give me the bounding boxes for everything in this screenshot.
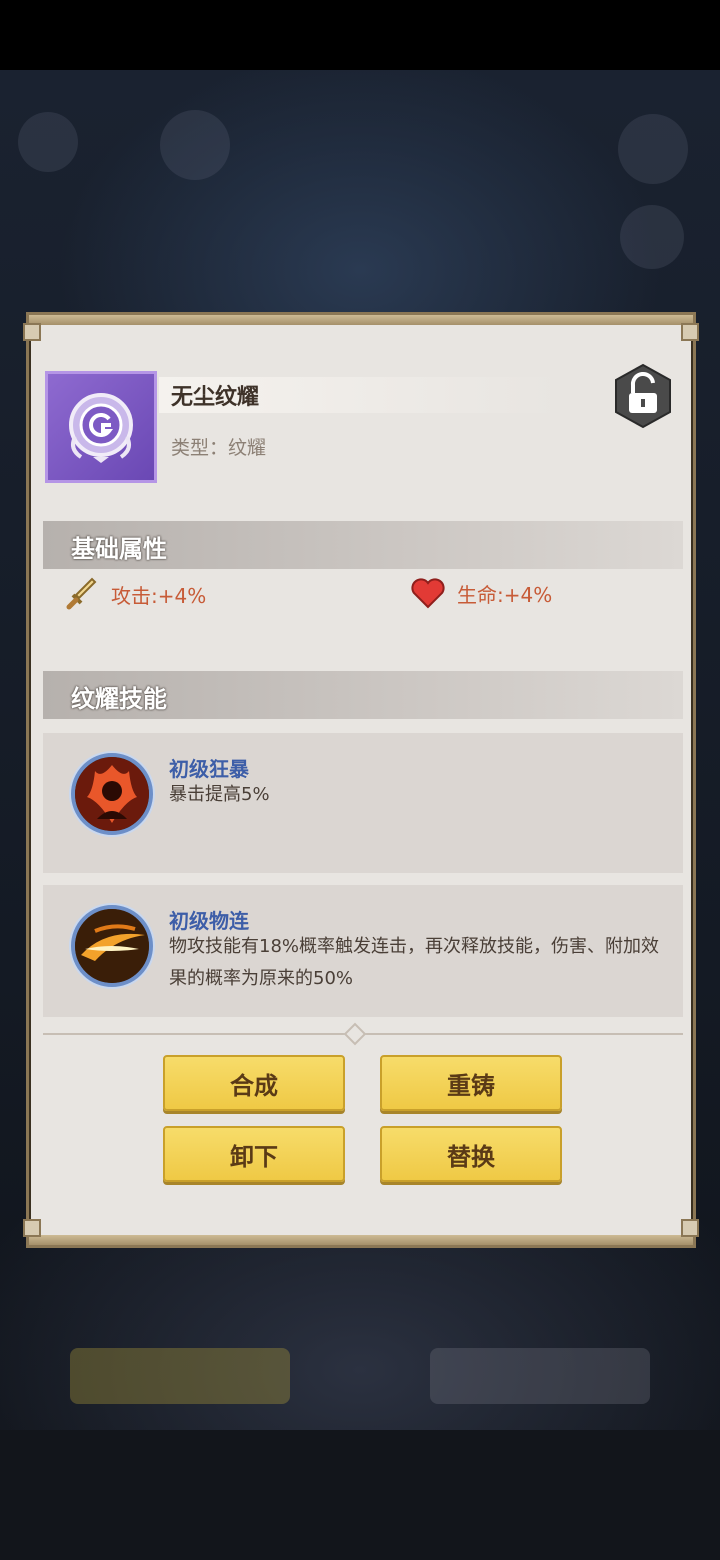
section-title: 纹耀技能 xyxy=(71,685,167,713)
divider-ornament xyxy=(343,1022,367,1046)
corner-ornament xyxy=(681,1219,699,1237)
bg-bottom-nav xyxy=(0,1430,720,1560)
combo-skill-icon xyxy=(71,905,153,987)
rage-skill-icon xyxy=(71,753,153,835)
rune-skills-header: 纹耀技能 xyxy=(43,671,683,719)
heart-icon xyxy=(411,578,445,609)
skill-description: 暴击提高5% xyxy=(169,784,270,805)
bg-avatar-icon xyxy=(18,112,78,172)
item-name: 无尘纹耀 xyxy=(171,385,260,410)
rune-emblem-icon xyxy=(69,393,133,463)
attack-stat: 攻击:+4% xyxy=(65,577,206,611)
status-bar xyxy=(0,0,720,70)
bg-button xyxy=(70,1348,290,1404)
dialog-top-trim xyxy=(29,315,693,325)
skill-name: 初级物连 xyxy=(169,909,249,933)
item-type: 类型：纹耀 xyxy=(171,437,267,459)
corner-ornament xyxy=(23,323,41,341)
bg-menu-icon xyxy=(620,205,684,269)
skill-name: 初级狂暴 xyxy=(169,757,249,781)
skill-card: 初级物连 物攻技能有18%概率触发连击，再次释放技能，伤害、附加效果的概率为原来… xyxy=(43,885,683,1017)
bg-settings-icon xyxy=(618,114,688,184)
health-stat: 生命:+4% xyxy=(411,577,552,609)
item-icon-frame xyxy=(45,371,157,483)
skill-card: 初级狂暴 暴击提高5% xyxy=(43,733,683,873)
unlock-icon xyxy=(615,363,671,429)
corner-ornament xyxy=(23,1219,41,1237)
dialog-bottom-trim xyxy=(29,1235,693,1245)
replace-button[interactable]: 替换 xyxy=(380,1126,562,1182)
bg-emblem-icon xyxy=(160,110,230,180)
bg-button xyxy=(430,1348,650,1404)
section-title: 基础属性 xyxy=(71,535,167,563)
synthesize-button[interactable]: 合成 xyxy=(163,1055,345,1111)
health-stat-text: 生命:+4% xyxy=(457,582,553,607)
rune-detail-dialog: 无尘纹耀 类型：纹耀 基础属性 攻击:+4% 生命:+4% 纹耀技能 初级狂暴 … xyxy=(23,312,699,1248)
corner-ornament xyxy=(681,323,699,341)
reforge-button[interactable]: 重铸 xyxy=(380,1055,562,1111)
base-attributes-header: 基础属性 xyxy=(43,521,683,569)
unequip-button[interactable]: 卸下 xyxy=(163,1126,345,1182)
attack-stat-text: 攻击:+4% xyxy=(111,583,207,608)
sword-icon xyxy=(66,577,97,610)
skill-description: 物攻技能有18%概率触发连击，再次释放技能，伤害、附加效果的概率为原来的50% xyxy=(169,936,660,989)
lock-button[interactable] xyxy=(613,363,673,429)
